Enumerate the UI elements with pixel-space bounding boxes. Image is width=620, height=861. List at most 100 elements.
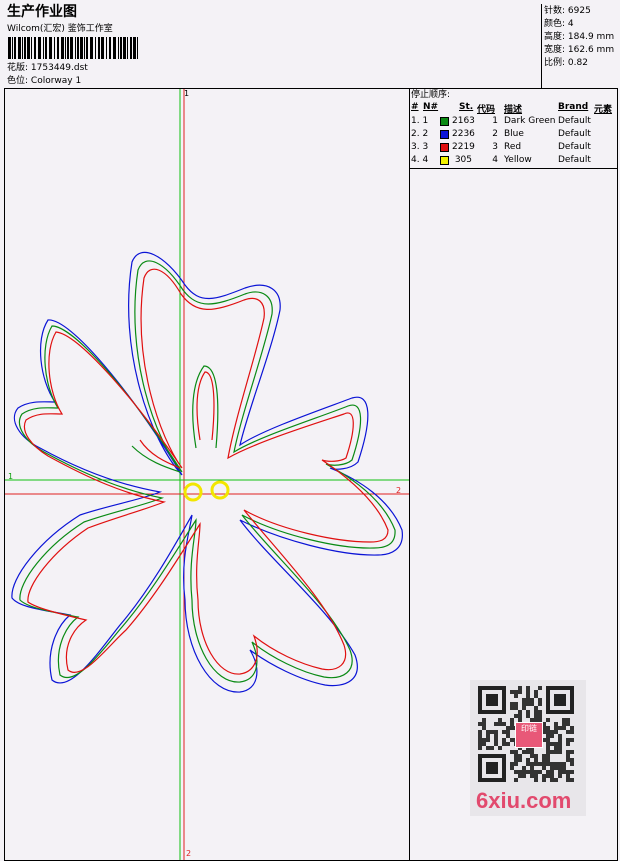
qr-module bbox=[514, 762, 518, 766]
qr-module bbox=[562, 766, 566, 770]
qr-module bbox=[558, 770, 562, 774]
qr-module bbox=[514, 702, 518, 706]
barcode-bar bbox=[123, 37, 126, 59]
qr-module bbox=[530, 770, 534, 774]
qr-module bbox=[514, 694, 518, 698]
qr-module bbox=[526, 694, 530, 698]
qr-module bbox=[558, 734, 562, 738]
barcode-bar bbox=[106, 37, 107, 59]
colorway-label: 色位: bbox=[7, 76, 29, 86]
col-brand: Brand bbox=[558, 102, 589, 112]
qr-module bbox=[498, 746, 502, 750]
qr-module bbox=[526, 690, 530, 694]
qr-module bbox=[494, 722, 498, 726]
qr-module bbox=[566, 730, 570, 734]
qr-module bbox=[510, 690, 514, 694]
stitches-row: 针数: 6925 bbox=[544, 6, 591, 16]
barcode-bar bbox=[12, 37, 13, 59]
qr-module bbox=[550, 762, 554, 766]
qr-module bbox=[530, 698, 534, 702]
qr-module bbox=[514, 714, 518, 718]
axis-label-h-left: 1 bbox=[8, 472, 14, 481]
qr-module bbox=[534, 690, 538, 694]
qr-module bbox=[538, 710, 542, 714]
qr-module bbox=[514, 758, 518, 762]
qr-module bbox=[518, 754, 522, 758]
qr-module bbox=[546, 754, 550, 758]
qr-module bbox=[534, 770, 538, 774]
qr-module bbox=[538, 698, 542, 702]
barcode-bar bbox=[57, 37, 59, 59]
qr-module bbox=[542, 754, 546, 758]
barcode-bar bbox=[49, 37, 52, 59]
barcode-bar bbox=[137, 37, 138, 59]
qr-module bbox=[558, 766, 562, 770]
qr-module bbox=[494, 734, 498, 738]
colorway-value: Colorway 1 bbox=[30, 76, 82, 86]
col-code: 代码 bbox=[477, 105, 496, 115]
qr-module bbox=[538, 702, 542, 706]
col-hash: # bbox=[411, 102, 419, 112]
barcode-bar bbox=[84, 37, 85, 59]
qr-module bbox=[546, 718, 550, 722]
barcode-bar bbox=[95, 37, 96, 59]
qr-module bbox=[550, 774, 554, 778]
qr-module bbox=[518, 770, 522, 774]
qr-module bbox=[494, 742, 498, 746]
qr-module bbox=[526, 698, 530, 702]
qr-finder bbox=[554, 694, 566, 706]
design-canvas bbox=[5, 89, 409, 860]
qr-module bbox=[522, 698, 526, 702]
qr-module bbox=[558, 774, 562, 778]
qr-module bbox=[554, 762, 558, 766]
qr-module bbox=[534, 762, 538, 766]
barcode-bar bbox=[101, 37, 104, 59]
qr-module bbox=[550, 742, 554, 746]
design-row: 花版: 1753449.dst bbox=[7, 63, 88, 74]
barcode-bar bbox=[8, 37, 11, 59]
barcode-bar bbox=[14, 37, 16, 59]
qr-module bbox=[478, 742, 482, 746]
qr-module bbox=[550, 750, 554, 754]
qr-module bbox=[562, 770, 566, 774]
col-desc: 描述 bbox=[504, 105, 523, 115]
qr-module bbox=[562, 726, 566, 730]
barcode-bar bbox=[98, 37, 100, 59]
barcode-bar bbox=[80, 37, 83, 59]
qr-module bbox=[506, 730, 510, 734]
barcode-bar bbox=[45, 37, 47, 59]
height-row: 高度: 184.9 mm bbox=[544, 32, 615, 42]
qr-module bbox=[506, 726, 510, 730]
barcode bbox=[8, 37, 138, 59]
qr-module bbox=[566, 738, 570, 742]
qr-module bbox=[510, 726, 514, 730]
qr-module bbox=[514, 778, 518, 782]
qr-module bbox=[522, 770, 526, 774]
qr-module bbox=[522, 706, 526, 710]
qr-module bbox=[534, 778, 538, 782]
barcode-bar bbox=[90, 37, 93, 59]
scale-row: 比例: 0.82 bbox=[544, 58, 588, 68]
qr-module bbox=[550, 734, 554, 738]
flower-outline-red bbox=[23, 268, 389, 675]
qr-module bbox=[534, 754, 538, 758]
qr-module bbox=[514, 770, 518, 774]
qr-module bbox=[534, 706, 538, 710]
axis-label-h-right: 2 bbox=[396, 486, 402, 495]
barcode-bar bbox=[67, 37, 69, 59]
qr-module bbox=[542, 758, 546, 762]
qr-module bbox=[530, 766, 534, 770]
barcode-bar bbox=[27, 37, 30, 59]
qr-module bbox=[534, 758, 538, 762]
qr-module bbox=[530, 754, 534, 758]
qr-module bbox=[566, 778, 570, 782]
qr-module bbox=[570, 762, 574, 766]
qr-stamp-text: 印链 bbox=[521, 724, 537, 733]
qr-module bbox=[546, 758, 550, 762]
barcode-bar bbox=[86, 37, 88, 59]
qr-module bbox=[570, 730, 574, 734]
barcode-bar bbox=[77, 37, 79, 59]
qr-module bbox=[478, 738, 482, 742]
qr-module bbox=[566, 774, 570, 778]
qr-module bbox=[538, 714, 542, 718]
